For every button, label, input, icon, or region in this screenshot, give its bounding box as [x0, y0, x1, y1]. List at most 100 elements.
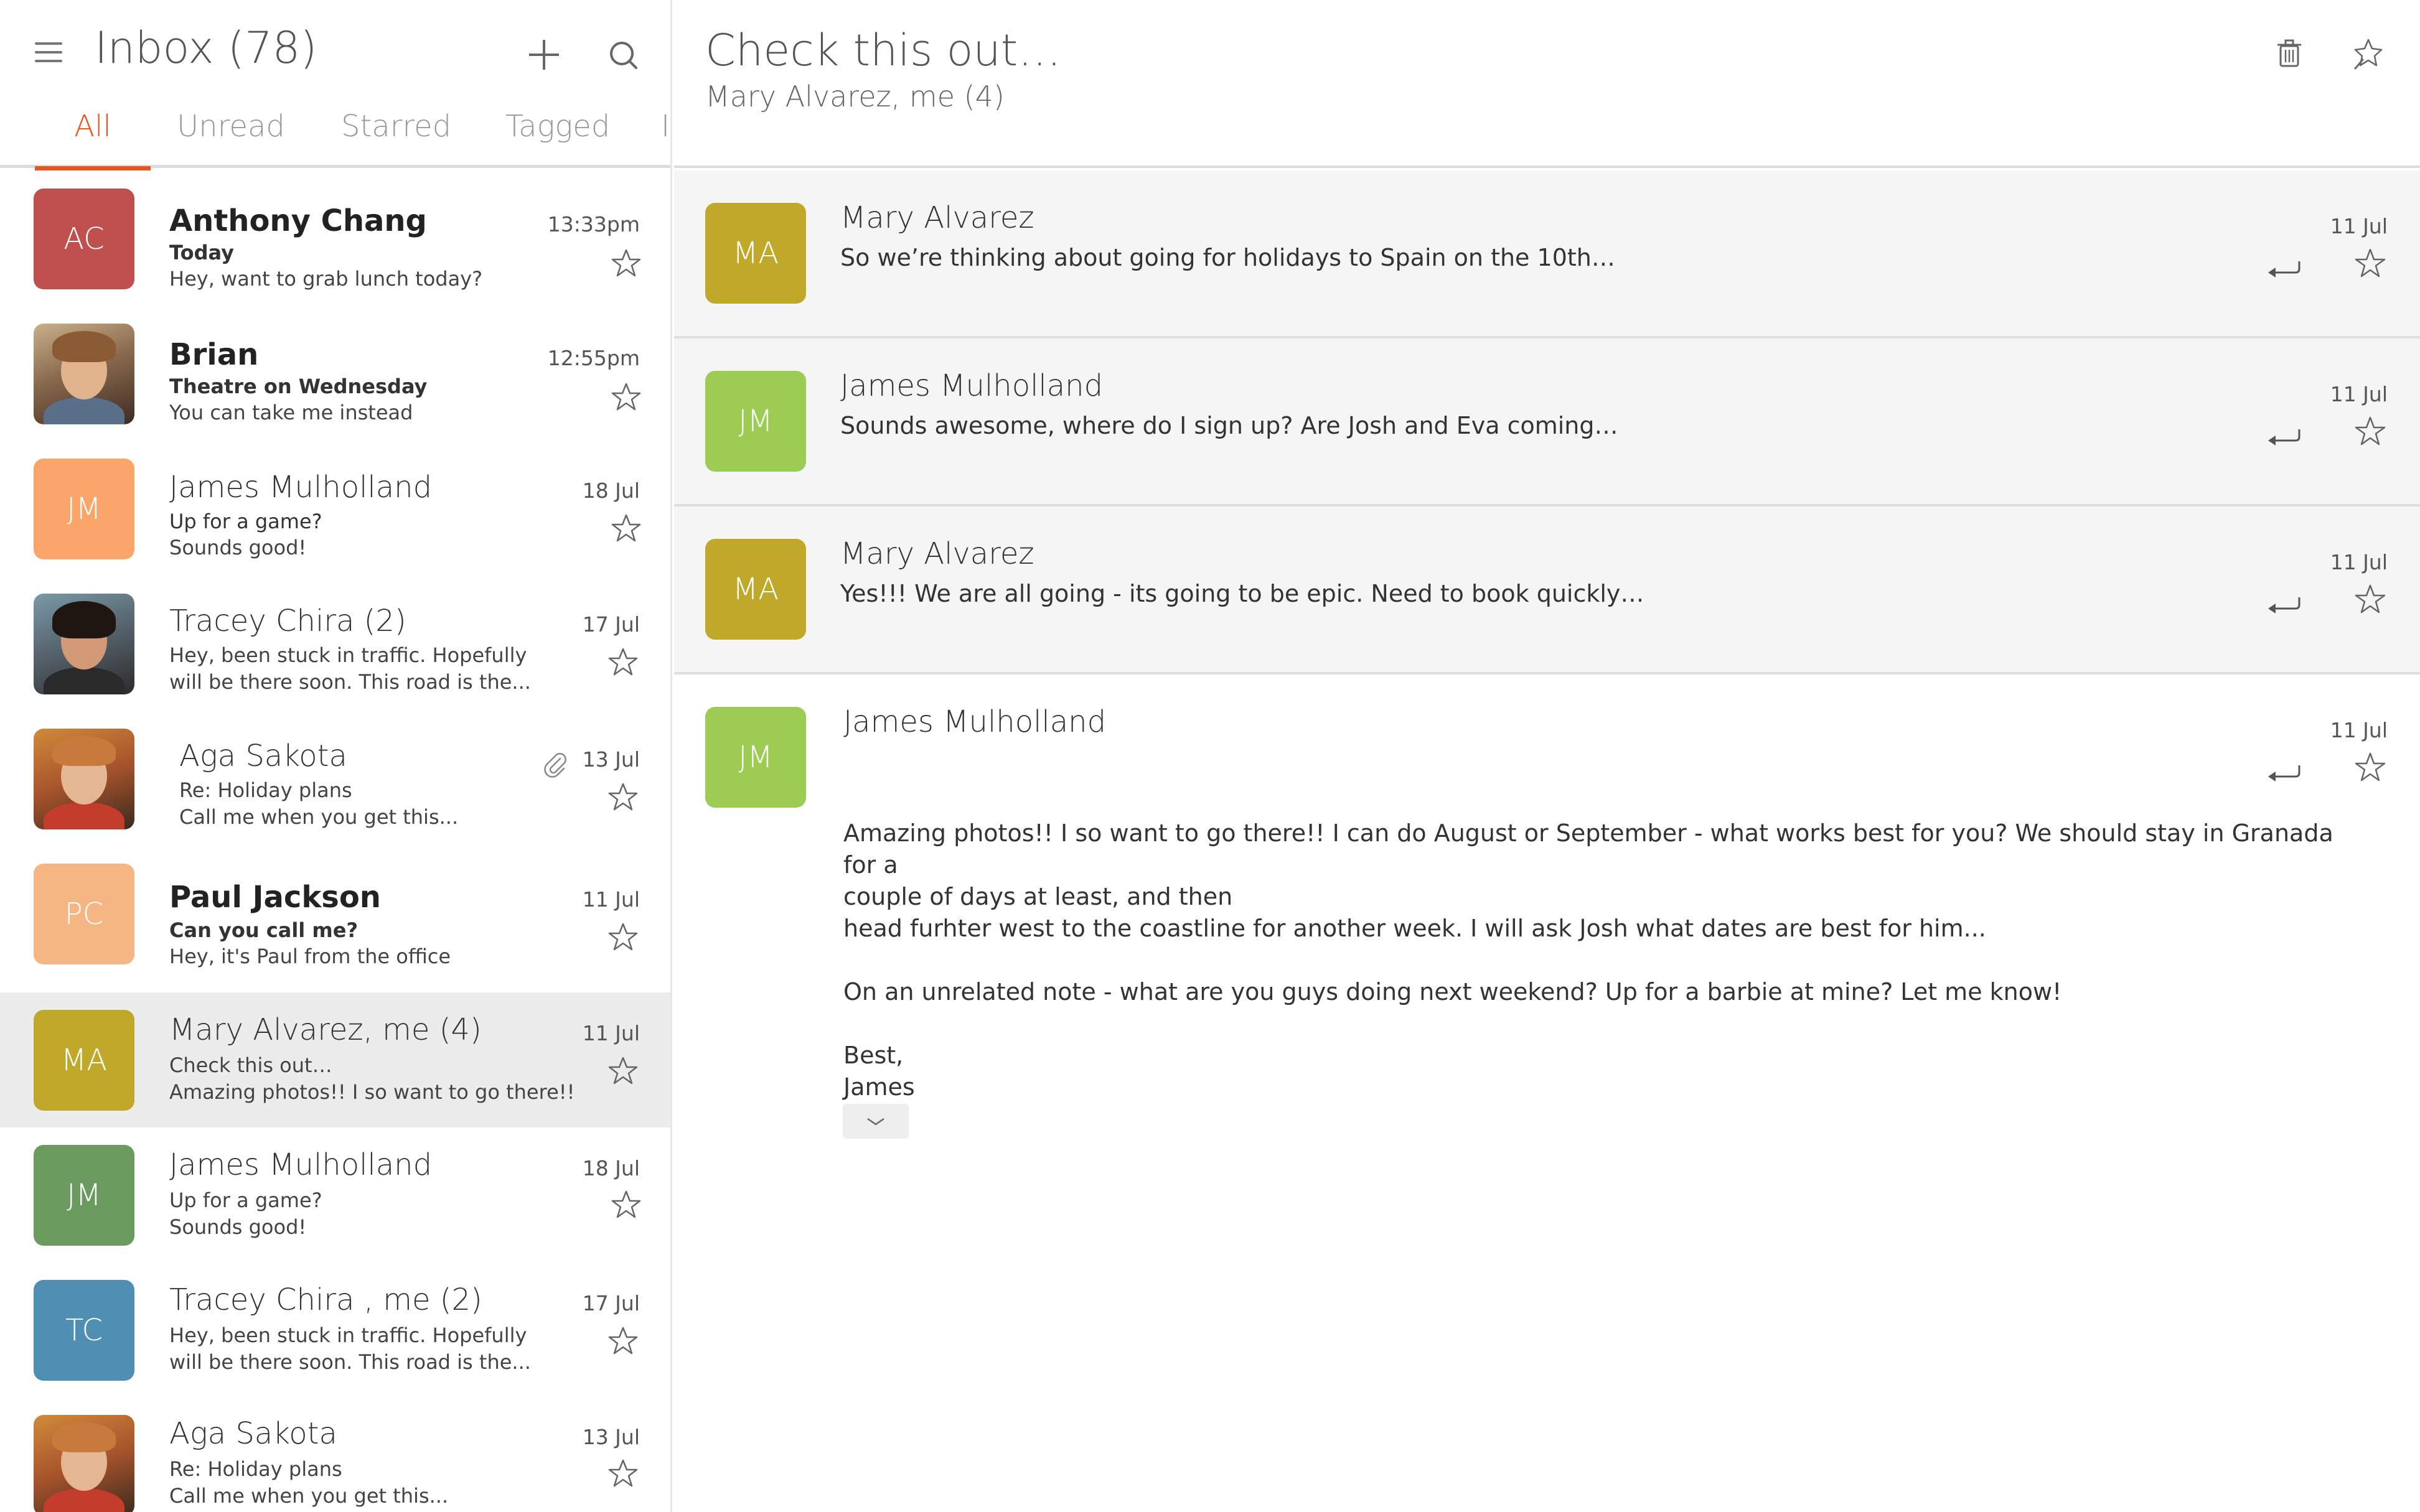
star-icon[interactable] [2353, 582, 2388, 617]
tab-starred[interactable]: Starred [341, 105, 451, 167]
inbox-title: Inbox (78) [95, 22, 317, 73]
star-icon[interactable] [606, 921, 640, 954]
reply-icon[interactable] [2264, 758, 2304, 788]
plus-icon[interactable] [522, 32, 566, 77]
conversation-preview: Amazing photos!! I so want to go there!! [169, 1080, 575, 1104]
conversation-subject: Hey, been stuck in traffic. Hopefully [169, 643, 527, 667]
message-paragraph: On an unrelated note - what are you guys… [843, 978, 2062, 1006]
conversation-subject: Theatre on Wednesday [169, 375, 428, 398]
sender-name: Paul Jackson [169, 880, 381, 915]
avatar: TC [34, 1279, 134, 1381]
star-icon[interactable] [606, 1457, 640, 1491]
sender-name: Aga Sakota [179, 739, 347, 773]
conversation-row[interactable]: AC Anthony Chang Today Hey, want to grab… [0, 171, 670, 306]
conversation-subject: Today [169, 241, 234, 264]
conversation-row[interactable]: TC Tracey Chira , me (2) Hey, been stuck… [0, 1262, 670, 1398]
conversation-row[interactable]: Aga Sakota Re: Holiday plans Call me whe… [0, 711, 670, 846]
message-collapsed[interactable]: JM James Mulholland Sounds awesome, wher… [674, 338, 2420, 506]
star-icon[interactable] [2353, 414, 2388, 449]
star-icon[interactable] [609, 1188, 643, 1222]
conversation-row[interactable]: Tracey Chira (2) Hey, been stuck in traf… [0, 576, 670, 711]
conversation-preview: Call me when you get this... [169, 1484, 449, 1508]
pin-icon[interactable] [2349, 35, 2388, 73]
reply-icon[interactable] [2264, 254, 2304, 284]
avatar: MA [705, 539, 806, 640]
conversation-subject: Can you call me? [169, 918, 359, 942]
conversation-row[interactable]: Aga Sakota Re: Holiday plans Call me whe… [0, 1398, 670, 1512]
message-body: Amazing photos!! I so want to go there!!… [843, 818, 2337, 1135]
conversation-time: 13 Jul [582, 1425, 640, 1449]
conversation-time: 13 Jul [582, 747, 640, 772]
star-icon[interactable] [606, 1055, 640, 1088]
thread-subject: Check this out… [705, 25, 1062, 76]
conversation-preview: You can take me instead [169, 401, 413, 424]
conversation-subject: Hey, been stuck in traffic. Hopefully [169, 1323, 527, 1347]
conversation-time: 13:33pm [547, 212, 640, 236]
sender-name: James Mulholland [169, 1147, 433, 1182]
reply-icon[interactable] [2264, 422, 2304, 452]
conversation-time: 17 Jul [582, 1291, 640, 1315]
star-icon[interactable] [2353, 750, 2388, 785]
star-icon[interactable] [606, 646, 640, 679]
star-icon[interactable] [609, 247, 643, 281]
star-icon[interactable] [606, 1325, 640, 1358]
avatar: JM [34, 1144, 134, 1246]
chevron-down-icon [867, 1118, 884, 1126]
conversation-time: 18 Jul [582, 1156, 640, 1180]
conversation-list-pane: Inbox (78) All Unread Starred Tagged I A… [0, 0, 672, 1512]
message-date: 11 Jul [2330, 550, 2388, 574]
conversation-subject: Check this out… [169, 1053, 332, 1077]
avatar [34, 1414, 134, 1512]
inbox-header: Inbox (78) All Unread Starred Tagged I [0, 0, 670, 170]
conversation-row[interactable]: JM James Mulholland Up for a game? Sound… [0, 441, 670, 576]
paperclip-icon [544, 753, 566, 778]
thread-participants: Mary Alvarez, me (4) [705, 80, 1005, 113]
tab-all[interactable]: All [35, 105, 151, 170]
tab-unread[interactable]: Unread [172, 105, 290, 167]
star-icon[interactable] [2353, 246, 2388, 281]
message-sender: Mary Alvarez [840, 536, 1034, 571]
sender-name: Brian [169, 337, 259, 372]
avatar: JM [705, 707, 806, 808]
filter-tabs: All Unread Starred Tagged I [0, 105, 670, 170]
conversation-subject: Up for a game? [169, 510, 322, 533]
avatar [34, 323, 134, 424]
tab-overflow[interactable]: I [661, 105, 670, 167]
reply-icon[interactable] [2264, 590, 2304, 620]
conversation-subject: Re: Holiday plans [179, 778, 352, 802]
hamburger-menu-icon[interactable] [35, 42, 62, 62]
message-date: 11 Jul [2330, 382, 2388, 406]
star-icon[interactable] [609, 381, 643, 414]
avatar: JM [34, 458, 134, 559]
sender-name: Aga Sakota [169, 1416, 337, 1451]
message-paragraph: Amazing photos!! I so want to go there!!… [843, 819, 2333, 942]
message-collapsed[interactable]: MA Mary Alvarez Yes!!! We are all going … [674, 506, 2420, 674]
conversation-row-selected[interactable]: MA Mary Alvarez, me (4) Check this out… … [0, 992, 670, 1127]
tab-tagged[interactable]: Tagged [504, 105, 611, 167]
conversation-subject: Up for a game? [169, 1188, 322, 1212]
search-icon[interactable] [601, 32, 646, 77]
conversation-preview: Call me when you get this... [179, 805, 459, 829]
message-snippet: So we’re thinking about going for holida… [840, 244, 1615, 271]
conversation-time: 18 Jul [582, 478, 640, 503]
message-expanded: JM James Mulholland 11 Jul Amazing photo… [674, 674, 2420, 1172]
sender-name: Tracey Chira (2) [169, 604, 406, 638]
conversation-preview: will be there soon. This road is the... [169, 670, 531, 694]
trash-icon[interactable] [2271, 35, 2308, 72]
conversation-preview: Hey, want to grab lunch today? [169, 267, 483, 291]
conversation-row[interactable]: JM James Mulholland Up for a game? Sound… [0, 1127, 670, 1262]
conversation-row[interactable]: PC Paul Jackson Can you call me? Hey, it… [0, 846, 670, 981]
conversation-preview: Sounds good! [169, 1215, 307, 1239]
conversation-subject: Re: Holiday plans [169, 1457, 342, 1481]
star-icon[interactable] [606, 781, 640, 814]
message-collapsed[interactable]: MA Mary Alvarez So we’re thinking about … [674, 170, 2420, 338]
message-signoff: Best, James [843, 1042, 915, 1101]
message-snippet: Yes!!! We are all going - its going to b… [840, 580, 1644, 607]
sender-name: Tracey Chira , me (2) [169, 1282, 482, 1317]
star-icon[interactable] [609, 512, 643, 546]
avatar [34, 593, 134, 694]
conversation-time: 11 Jul [582, 887, 640, 912]
conversation-row[interactable]: Brian Theatre on Wednesday You can take … [0, 306, 670, 441]
show-quoted-button[interactable] [843, 1104, 909, 1139]
message-sender: James Mulholland [843, 704, 1107, 739]
